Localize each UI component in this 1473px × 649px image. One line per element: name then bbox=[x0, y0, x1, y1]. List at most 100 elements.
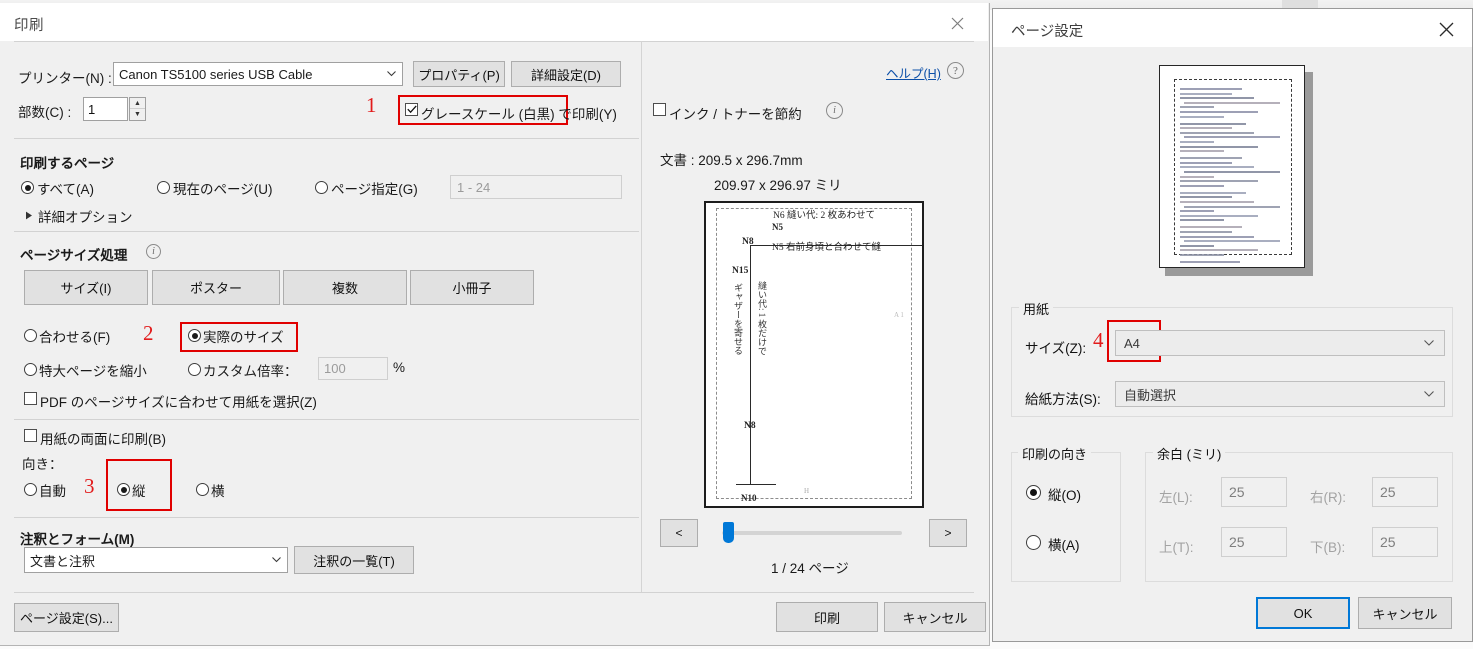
orientation-label: 向き： bbox=[22, 453, 63, 473]
radio-ps-portrait-label[interactable]: 縦(O) bbox=[1048, 484, 1081, 504]
margin-right-input[interactable]: 25 bbox=[1372, 477, 1438, 507]
orientation-group bbox=[1011, 452, 1121, 582]
preview-page-slider-track[interactable] bbox=[722, 531, 902, 535]
comments-section-title: 注釈とフォーム(M) bbox=[20, 528, 134, 548]
page-setup-button[interactable]: ページ設定(S)... bbox=[14, 603, 119, 632]
annotation-marker-4: 4 bbox=[1093, 328, 1104, 353]
preview-note-second: N5 右前身頃と合わせて縫 bbox=[772, 239, 881, 253]
divider-top bbox=[14, 41, 974, 42]
pagesize-section-title: ページサイズ処理 bbox=[20, 244, 127, 264]
page-setup-cancel-button[interactable]: キャンセル bbox=[1358, 597, 1452, 629]
radio-actual-size-label[interactable]: 実際のサイズ bbox=[203, 326, 284, 346]
radio-ps-landscape[interactable] bbox=[1026, 535, 1041, 550]
radio-orientation-landscape[interactable] bbox=[196, 483, 209, 496]
info-icon[interactable]: i bbox=[826, 102, 843, 119]
preview-line-vertical bbox=[750, 245, 751, 485]
preview-prev-button[interactable]: < bbox=[660, 519, 698, 547]
preview-vertical-note-left: ギャザーを寄せる bbox=[732, 283, 745, 355]
copies-input[interactable]: 1 bbox=[83, 97, 128, 121]
radio-fit-label[interactable]: 合わせる(F) bbox=[39, 326, 110, 346]
radio-orientation-portrait-label[interactable]: 縦 bbox=[132, 480, 146, 500]
advanced-options-toggle[interactable]: 詳細オプション bbox=[25, 206, 133, 226]
tab-size[interactable]: サイズ(I) bbox=[24, 270, 148, 305]
paper-size-select[interactable]: A4 bbox=[1115, 330, 1445, 356]
duplex-checkbox[interactable] bbox=[24, 429, 37, 442]
comments-list-button[interactable]: 注釈の一覧(T) bbox=[294, 546, 414, 574]
cancel-button[interactable]: キャンセル bbox=[884, 602, 986, 632]
question-mark-icon[interactable]: ? bbox=[947, 62, 964, 79]
annotation-marker-2: 2 bbox=[143, 321, 154, 346]
preview-label-n8-upper: N8 bbox=[742, 237, 754, 247]
radio-all-pages[interactable] bbox=[21, 181, 34, 194]
print-button[interactable]: 印刷 bbox=[776, 602, 878, 632]
save-ink-checkbox[interactable] bbox=[653, 103, 666, 116]
page-range-placeholder: 1 - 24 bbox=[457, 180, 490, 195]
margin-left-value: 25 bbox=[1229, 484, 1245, 500]
tab-booklet[interactable]: 小冊子 bbox=[410, 270, 534, 305]
margin-top-input[interactable]: 25 bbox=[1221, 527, 1287, 557]
page-range-input[interactable]: 1 - 24 bbox=[450, 175, 622, 199]
radio-fit[interactable] bbox=[24, 329, 37, 342]
margin-bottom-input[interactable]: 25 bbox=[1372, 527, 1438, 557]
print-dialog-title: 印刷 bbox=[14, 14, 44, 35]
print-dialog-body: プリンター(N) : Canon TS5100 series USB Cable… bbox=[0, 41, 988, 645]
radio-shrink-oversized-label[interactable]: 特大ページを縮小 bbox=[39, 360, 147, 380]
radio-shrink-oversized[interactable] bbox=[24, 363, 37, 376]
preview-page-indicator: 1 / 24 ページ bbox=[771, 557, 849, 577]
properties-button[interactable]: プロパティ(P) bbox=[413, 61, 505, 87]
comments-select[interactable]: 文書と注釈 bbox=[24, 547, 288, 573]
preview-document-size: 文書 : 209.5 x 296.7mm bbox=[660, 149, 803, 169]
pagesize-info-icon[interactable]: i bbox=[146, 244, 161, 259]
radio-custom-scale[interactable] bbox=[188, 363, 201, 376]
ok-button[interactable]: OK bbox=[1256, 597, 1350, 629]
tab-multiple[interactable]: 複数 bbox=[283, 270, 407, 305]
paper-source-select[interactable]: 自動選択 bbox=[1115, 381, 1445, 407]
preview-divider bbox=[641, 41, 642, 592]
tab-poster[interactable]: ポスター bbox=[152, 270, 280, 305]
radio-actual-size[interactable] bbox=[188, 329, 201, 342]
thumbnail-page-preview bbox=[1159, 65, 1305, 268]
radio-ps-landscape-label[interactable]: 横(A) bbox=[1048, 534, 1080, 554]
custom-scale-input[interactable]: 100 bbox=[318, 357, 388, 380]
radio-current-page-label[interactable]: 現在のページ(U) bbox=[173, 178, 272, 198]
radio-orientation-landscape-label[interactable]: 横 bbox=[211, 480, 225, 500]
duplex-label[interactable]: 用紙の両面に印刷(B) bbox=[40, 428, 166, 448]
help-link[interactable]: ヘルプ(H) bbox=[886, 63, 941, 82]
pdf-pagesize-checkbox[interactable] bbox=[24, 392, 37, 405]
printer-select[interactable]: Canon TS5100 series USB Cable bbox=[113, 62, 403, 86]
grayscale-label[interactable]: グレースケール (白黒) で印刷(Y) bbox=[421, 103, 617, 123]
radio-all-pages-label[interactable]: すべて(A) bbox=[37, 178, 94, 198]
radio-page-range[interactable] bbox=[315, 181, 328, 194]
advanced-settings-button[interactable]: 詳細設定(D) bbox=[511, 61, 621, 87]
copies-input-value: 1 bbox=[88, 102, 95, 117]
radio-orientation-auto[interactable] bbox=[24, 483, 37, 496]
grayscale-checkbox[interactable] bbox=[405, 103, 418, 116]
printer-select-value: Canon TS5100 series USB Cable bbox=[119, 67, 312, 82]
close-icon[interactable] bbox=[934, 9, 980, 37]
preview-next-button[interactable]: > bbox=[929, 519, 967, 547]
radio-ps-portrait[interactable] bbox=[1026, 485, 1041, 500]
radio-orientation-auto-label[interactable]: 自動 bbox=[39, 480, 66, 500]
margin-bottom-label: 下(B): bbox=[1310, 536, 1345, 556]
paper-source-label: 給紙方法(S): bbox=[1025, 388, 1101, 408]
preview-label-n15: N15 bbox=[732, 266, 748, 276]
screenshot-root: 印刷 プリンター(N) : Canon TS5100 series USB Ca… bbox=[0, 0, 1473, 649]
save-ink-label[interactable]: インク / トナーを節約 bbox=[669, 103, 802, 123]
preview-tiny-marker: A 1 bbox=[894, 311, 904, 319]
radio-orientation-portrait[interactable] bbox=[117, 483, 130, 496]
stepper-up-icon[interactable]: ▲ bbox=[130, 98, 145, 109]
close-icon[interactable] bbox=[1430, 17, 1462, 41]
page-setup-dialog: ページ設定 用紙 サイズ(Z): 4 A4 給紙方法(S): 自動 bbox=[992, 8, 1473, 642]
margin-right-label: 右(R): bbox=[1310, 486, 1346, 506]
preview-note-top: N6 縫い代: 2 枚あわせて bbox=[773, 207, 875, 221]
copies-stepper[interactable]: ▲ ▼ bbox=[129, 97, 146, 121]
radio-page-range-label[interactable]: ページ指定(G) bbox=[331, 178, 418, 198]
pdf-pagesize-label[interactable]: PDF のページサイズに合わせて用紙を選択(Z) bbox=[40, 391, 317, 411]
margin-left-input[interactable]: 25 bbox=[1221, 477, 1287, 507]
preview-page-slider-thumb[interactable] bbox=[723, 522, 734, 543]
stepper-down-icon[interactable]: ▼ bbox=[130, 109, 145, 120]
radio-current-page[interactable] bbox=[157, 181, 170, 194]
advanced-options-label: 詳細オプション bbox=[38, 206, 133, 226]
radio-custom-scale-label[interactable]: カスタム倍率： bbox=[203, 360, 298, 380]
divider-pagesize bbox=[14, 231, 639, 232]
